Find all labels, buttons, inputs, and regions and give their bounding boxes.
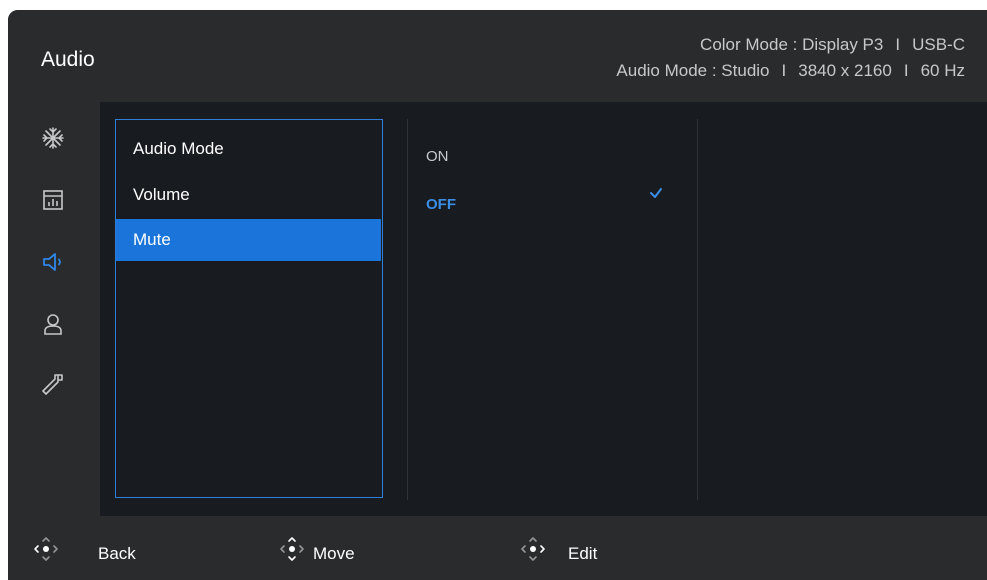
- separator: I: [781, 61, 787, 80]
- edit-label: Edit: [568, 544, 598, 563]
- menu-item-mute[interactable]: Mute: [116, 219, 381, 261]
- audio-icon[interactable]: [41, 250, 65, 274]
- separator: I: [895, 35, 901, 54]
- option-on[interactable]: ON: [426, 148, 449, 165]
- joystick-move-icon: [280, 537, 304, 561]
- user-icon[interactable]: [41, 312, 65, 336]
- status-line-2: Audio Mode : Studio I 3840 x 2160 I 60 Hz: [616, 58, 965, 84]
- move-label: Move: [313, 544, 355, 563]
- picture-quality-icon[interactable]: [41, 126, 65, 150]
- main-content: Audio Mode Volume Mute ON OFF: [100, 102, 987, 516]
- option-off[interactable]: OFF: [426, 196, 456, 213]
- status-line-1: Color Mode : Display P3 I USB-C: [616, 32, 965, 58]
- divider: [407, 119, 408, 500]
- back-label: Back: [98, 544, 136, 563]
- checkmark-icon: [650, 188, 662, 198]
- audio-mode-label: Audio Mode : Studio: [616, 61, 770, 80]
- osd-window: Audio Color Mode : Display P3 I USB-C Audi…: [8, 10, 987, 580]
- footer: Back Move Edit: [8, 516, 987, 580]
- divider: [697, 119, 698, 500]
- joystick-edit-icon: [521, 537, 545, 561]
- status-info: Color Mode : Display P3 I USB-C Audio Mode…: [616, 32, 965, 84]
- input-label: USB-C: [912, 35, 965, 54]
- sidebar: [8, 102, 100, 516]
- menu-item-volume[interactable]: Volume: [116, 174, 381, 216]
- color-mode-label: Color Mode : Display P3: [700, 35, 884, 54]
- osd-header: Audio Color Mode : Display P3 I USB-C Audi…: [8, 10, 987, 102]
- refresh-label: 60 Hz: [920, 61, 965, 80]
- page-title: Audio: [41, 48, 95, 71]
- joystick-back-icon: [34, 537, 58, 561]
- resolution-label: 3840 x 2160: [798, 61, 892, 80]
- audio-menu: Audio Mode Volume Mute: [115, 119, 383, 498]
- menu-item-audio-mode[interactable]: Audio Mode: [116, 128, 381, 170]
- separator: I: [903, 61, 909, 80]
- wrench-icon[interactable]: [41, 372, 65, 396]
- display-icon[interactable]: [41, 188, 65, 212]
